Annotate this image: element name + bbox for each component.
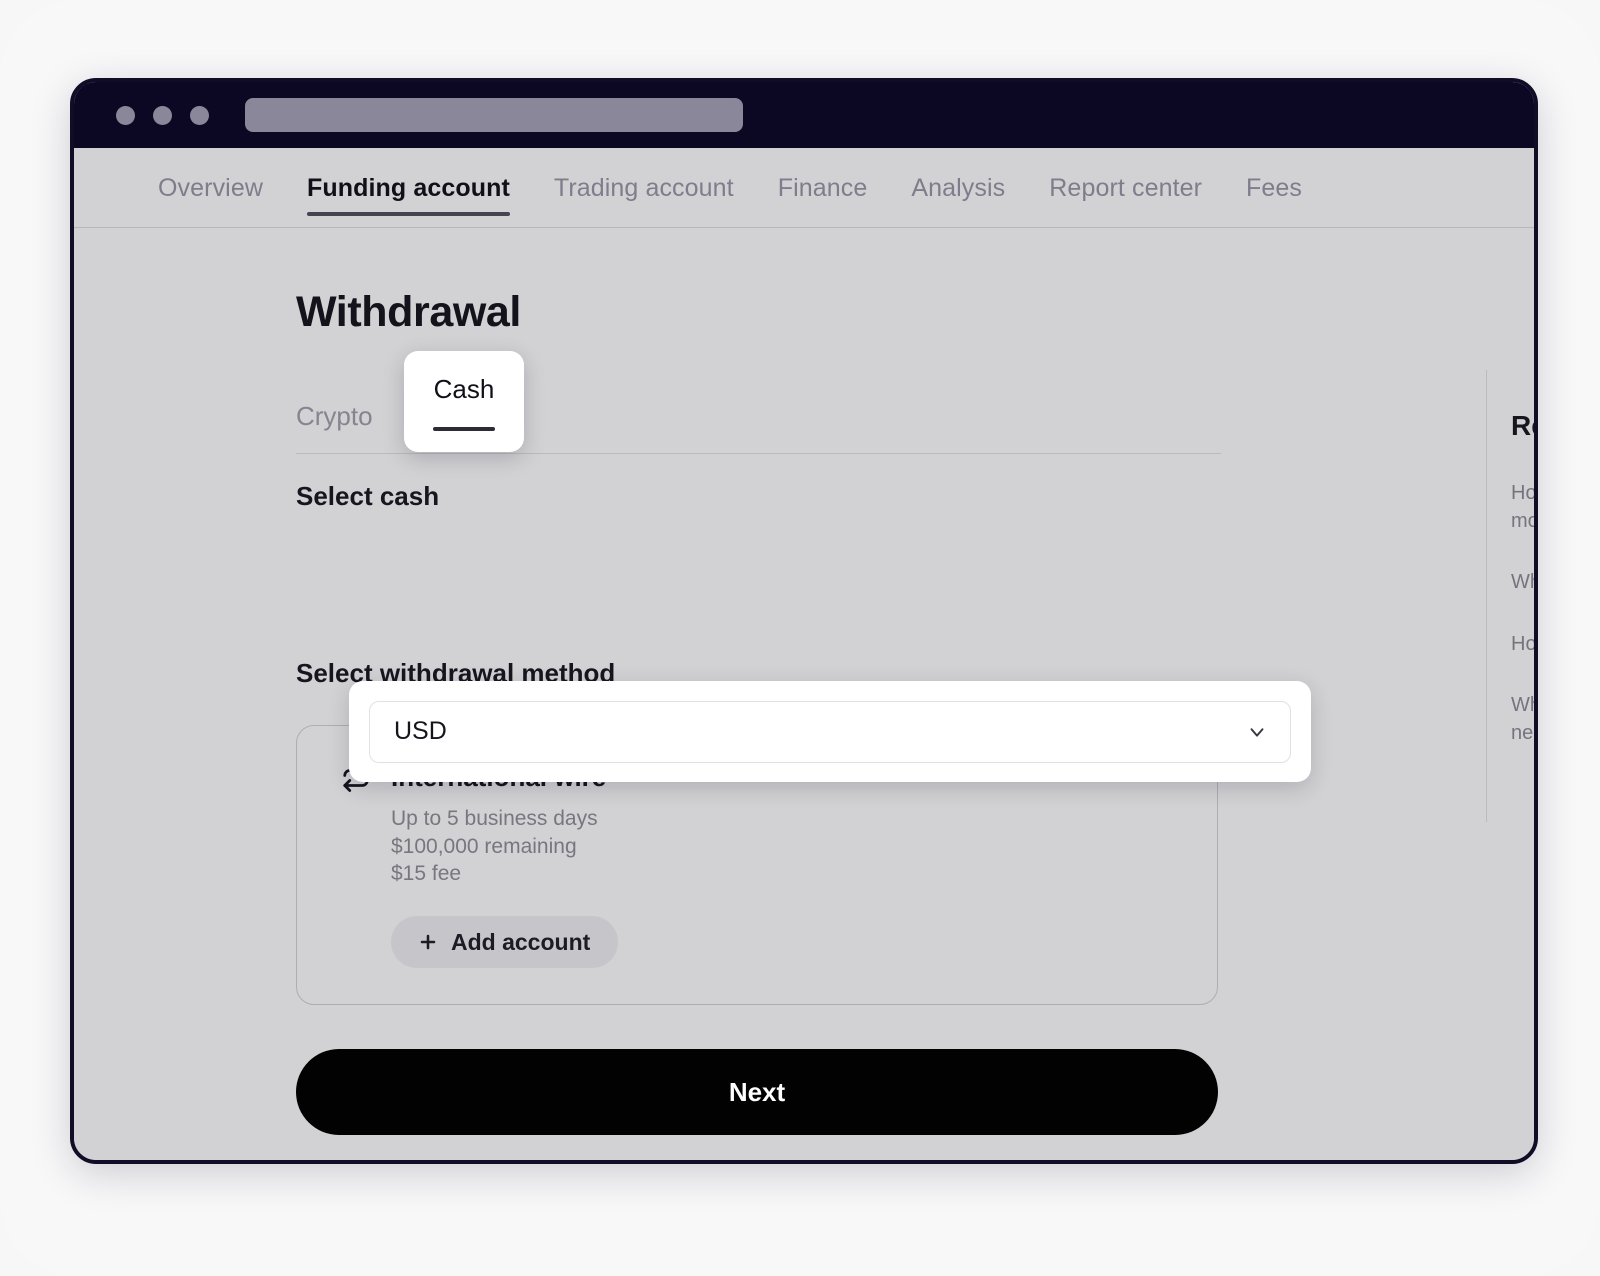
- select-cash-spotlight: USD: [349, 681, 1311, 782]
- select-cash-label: Select cash: [296, 481, 440, 511]
- method-detail-duration: Up to 5 business days: [391, 807, 598, 830]
- nav-item-analysis[interactable]: Analysis: [889, 148, 1027, 228]
- page-frame: Overview Funding account Trading account…: [0, 0, 1600, 1276]
- plus-icon: [420, 934, 436, 950]
- browser-window: Overview Funding account Trading account…: [70, 78, 1538, 1164]
- nav-label: Analysis: [911, 173, 1006, 202]
- related-questions-panel: Related How do mobile Why ha How do When…: [1486, 370, 1534, 822]
- nav-label: Finance: [777, 173, 868, 202]
- window-controls[interactable]: [116, 105, 209, 125]
- add-account-button[interactable]: Add account: [391, 916, 619, 969]
- subtabs-divider: [296, 453, 1221, 454]
- related-title: Related: [1511, 410, 1534, 441]
- maximize-dot-icon[interactable]: [190, 105, 209, 125]
- tab-cash-active-indicator: [433, 427, 495, 431]
- nav-label: Trading account: [553, 173, 734, 202]
- browser-titlebar: [74, 82, 1534, 148]
- related-question[interactable]: How do: [1511, 631, 1534, 659]
- select-cash-spacer: [296, 512, 1534, 624]
- page-title: Withdrawal: [296, 288, 521, 336]
- nav-item-funding-account[interactable]: Funding account: [285, 148, 532, 228]
- address-bar[interactable]: [245, 98, 743, 132]
- tab-crypto[interactable]: Crypto: [296, 401, 373, 432]
- tab-cash[interactable]: Cash: [404, 351, 524, 452]
- related-question[interactable]: How do mobile: [1511, 480, 1534, 535]
- select-cash-dropdown[interactable]: USD: [369, 700, 1291, 763]
- method-details: Up to 5 business days $100,000 remaining…: [391, 805, 1217, 888]
- nav-label: Fees: [1246, 173, 1303, 202]
- minimize-dot-icon[interactable]: [153, 105, 172, 125]
- chevron-down-icon[interactable]: [1246, 721, 1268, 743]
- nav-item-report-center[interactable]: Report center: [1027, 148, 1224, 228]
- select-cash-value: USD: [394, 717, 447, 745]
- add-account-label: Add account: [451, 928, 591, 955]
- tab-cash-label: Cash: [433, 374, 495, 404]
- method-detail-fee: $15 fee: [391, 862, 462, 886]
- nav-item-trading-account[interactable]: Trading account: [532, 148, 756, 228]
- nav-label: Funding account: [307, 173, 510, 202]
- close-dot-icon[interactable]: [116, 105, 135, 125]
- nav-item-fees[interactable]: Fees: [1224, 148, 1324, 228]
- withdrawal-type-tabs: Crypto Cash: [296, 351, 1221, 461]
- top-navigation: Overview Funding account Trading account…: [74, 148, 1534, 228]
- method-detail-remaining: $100,000 remaining: [391, 834, 577, 858]
- browser-viewport: Overview Funding account Trading account…: [74, 148, 1534, 1160]
- next-button[interactable]: Next: [296, 1049, 1218, 1136]
- nav-label: Report center: [1049, 173, 1203, 202]
- nav-item-finance[interactable]: Finance: [756, 148, 890, 228]
- nav-item-overview[interactable]: Overview: [136, 148, 285, 228]
- related-question[interactable]: When w need to: [1511, 692, 1534, 747]
- related-question[interactable]: Why ha: [1511, 569, 1534, 597]
- nav-label: Overview: [158, 173, 263, 202]
